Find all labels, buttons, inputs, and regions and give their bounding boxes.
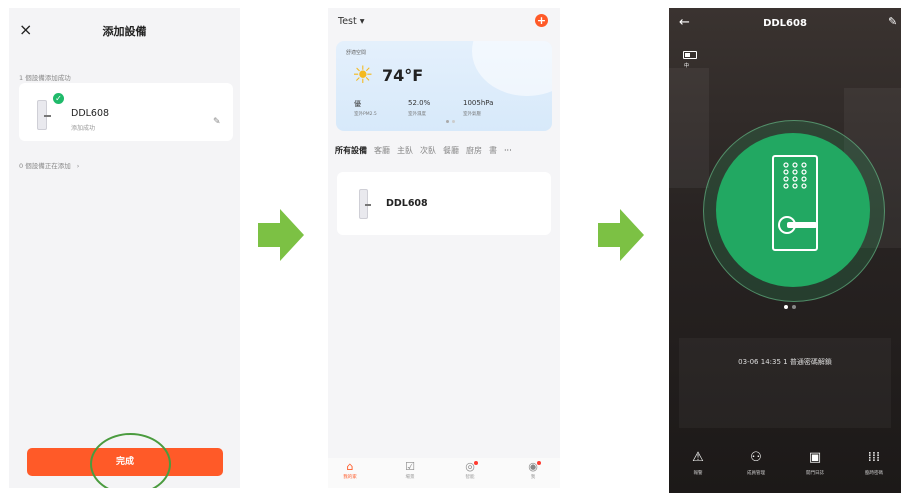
notification-dot [537, 461, 541, 465]
tab-second-bedroom[interactable]: 次臥 [420, 146, 436, 155]
sun-icon: ☀ [352, 61, 374, 89]
humidity-label: 室外濕度 [408, 112, 426, 117]
added-count-text: 1 個設備添加成功 [19, 74, 71, 82]
home-icon: ⌂ [346, 460, 354, 473]
smart-icon: ◎ [465, 460, 475, 473]
adding-count-label: 0 個設備正在添加 [19, 162, 71, 170]
tab-my-home[interactable]: ⌂ 我的家 [330, 460, 370, 480]
door-log-button[interactable]: ▣ 開門日誌 [790, 450, 840, 476]
air-quality-label: 室外PM2.5 [354, 112, 377, 117]
tab-study[interactable]: 書 [489, 146, 497, 155]
door-lock-icon [37, 100, 51, 130]
alarm-button[interactable]: ⚠ 報警 [673, 450, 723, 476]
unlock-log-text[interactable]: 03-06 14:35 1 普通密碼解鎖 [669, 357, 901, 367]
temp-password-button[interactable]: ⁞⁞⁞ 臨時密碼 [849, 450, 899, 476]
page-indicator-dot [452, 120, 455, 123]
tab-scene[interactable]: ☑ 場景 [390, 460, 430, 480]
lock-detail-screen: ← DDL608 ✎ 中 03-06 14:35 1 普通密碼解鎖 ⚠ 報警 ⚇… [669, 8, 901, 493]
edit-icon[interactable]: ✎ [888, 15, 897, 28]
page-title: 添加設備 [102, 25, 147, 38]
door-lock-icon [359, 189, 371, 219]
page-indicator-dot [784, 305, 788, 309]
keypad-icon: ⁞⁞⁞ [867, 450, 881, 465]
tab-living-room[interactable]: 客廳 [374, 146, 390, 155]
weather-card[interactable]: 舒適空間 ☀ 74°F 優 室外PM2.5 52.0% 室外濕度 1005hPa… [336, 41, 552, 131]
members-button[interactable]: ⚇ 成員管理 [731, 450, 781, 476]
calendar-icon: ▣ [808, 450, 822, 465]
unlock-button[interactable] [716, 133, 870, 287]
page-indicator-dot [792, 305, 796, 309]
alarm-icon: ⚠ [692, 450, 704, 465]
pressure-value: 1005hPa [463, 99, 494, 107]
highlight-ring [90, 433, 171, 488]
home-screen: Test ▾ + 舒適空間 ☀ 74°F 優 室外PM2.5 52.0% 室外濕… [328, 8, 560, 488]
device-status: 添加成功 [71, 125, 96, 132]
next-step-arrow-icon [258, 209, 304, 261]
room-tabs: 所有設備 客廳 主臥 次臥 餐廳 廚房書 ··· [335, 145, 519, 156]
device-card[interactable]: DDL608 [337, 172, 551, 235]
members-icon: ⚇ [750, 450, 762, 465]
tab-dining-room[interactable]: 餐廳 [443, 146, 459, 155]
battery-icon [683, 51, 697, 59]
page-title: DDL608 [763, 18, 807, 29]
tab-me[interactable]: ◉ 我 [513, 460, 553, 480]
add-device-screen: × 添加設備 1 個設備添加成功 ✓ DDL608 添加成功 ✎ 0 個設備正在… [9, 8, 240, 488]
device-name: DDL608 [71, 108, 110, 119]
edit-icon[interactable]: ✎ [213, 117, 221, 127]
air-quality-value: 優 [354, 100, 361, 108]
home-selector[interactable]: Test ▾ [338, 16, 365, 27]
add-icon[interactable]: + [535, 14, 548, 27]
tab-all-devices[interactable]: 所有設備 [335, 146, 367, 155]
battery-level: 中 [684, 63, 690, 69]
scene-icon: ☑ [405, 460, 415, 473]
check-icon: ✓ [53, 93, 64, 104]
tab-kitchen[interactable]: 廚房 [466, 146, 482, 155]
device-name: DDL608 [386, 198, 428, 209]
tab-smart[interactable]: ◎ 智能 [450, 460, 490, 480]
tab-master-bedroom[interactable]: 主臥 [397, 146, 413, 155]
temperature: 74°F [382, 66, 424, 85]
page-indicator-dot [446, 120, 449, 123]
door-lock-icon [772, 155, 818, 251]
bottom-tab-bar: ⌂ 我的家 ☑ 場景 ◎ 智能 ◉ 我 [328, 458, 560, 488]
weather-location: 舒適空間 [346, 50, 367, 56]
adding-count-text[interactable]: 0 個設備正在添加 › [19, 160, 79, 170]
chevron-right-icon: › [76, 162, 80, 170]
notification-dot [474, 461, 478, 465]
humidity-value: 52.0% [408, 99, 431, 107]
next-step-arrow-icon [598, 209, 644, 261]
more-icon[interactable]: ··· [504, 146, 512, 155]
pressure-label: 室外氣壓 [463, 112, 481, 117]
profile-icon: ◉ [528, 460, 538, 473]
device-card[interactable]: ✓ DDL608 添加成功 ✎ [19, 83, 233, 141]
